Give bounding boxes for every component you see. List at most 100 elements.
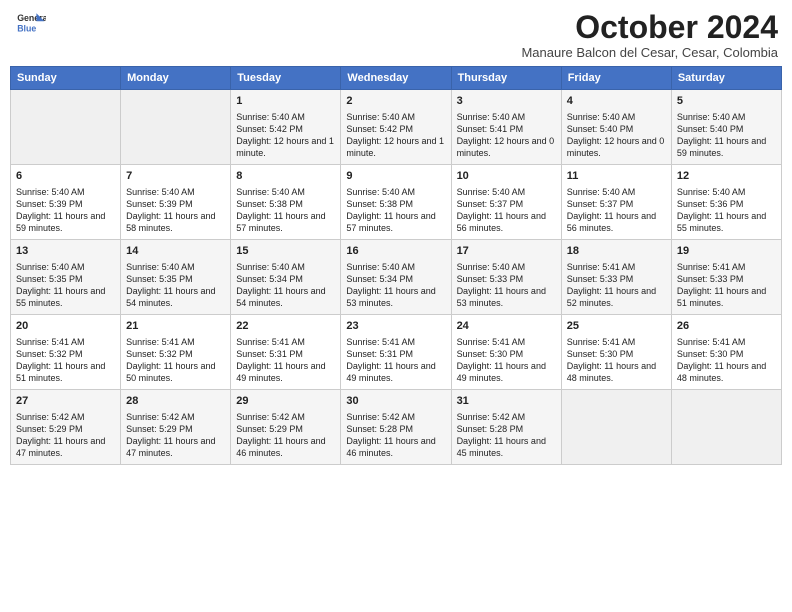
day-info: Sunset: 5:34 PM — [346, 273, 445, 285]
calendar-cell: 16Sunrise: 5:40 AMSunset: 5:34 PMDayligh… — [341, 240, 451, 315]
day-number: 29 — [236, 394, 335, 409]
day-info: Sunset: 5:29 PM — [16, 423, 115, 435]
day-info: Sunset: 5:28 PM — [346, 423, 445, 435]
day-number: 31 — [457, 394, 556, 409]
day-info: Daylight: 11 hours and 56 minutes. — [457, 210, 556, 234]
day-number: 8 — [236, 169, 335, 184]
day-info: Daylight: 11 hours and 49 minutes. — [346, 360, 445, 384]
day-number: 6 — [16, 169, 115, 184]
col-header-saturday: Saturday — [671, 67, 781, 90]
col-header-wednesday: Wednesday — [341, 67, 451, 90]
day-info: Daylight: 11 hours and 51 minutes. — [677, 285, 776, 309]
day-info: Sunrise: 5:40 AM — [236, 111, 335, 123]
day-number: 23 — [346, 319, 445, 334]
day-info: Sunset: 5:37 PM — [567, 198, 666, 210]
day-info: Sunset: 5:34 PM — [236, 273, 335, 285]
day-number: 25 — [567, 319, 666, 334]
day-info: Daylight: 11 hours and 52 minutes. — [567, 285, 666, 309]
day-info: Sunset: 5:39 PM — [16, 198, 115, 210]
calendar-cell: 15Sunrise: 5:40 AMSunset: 5:34 PMDayligh… — [231, 240, 341, 315]
calendar-cell: 22Sunrise: 5:41 AMSunset: 5:31 PMDayligh… — [231, 315, 341, 390]
day-number: 27 — [16, 394, 115, 409]
calendar-cell: 29 Sunrise: 5:42 AMSunset: 5:29 PMDayligh… — [231, 390, 341, 465]
day-info: Sunrise: 5:40 AM — [677, 186, 776, 198]
day-info: Sunset: 5:33 PM — [567, 273, 666, 285]
day-info: Daylight: 11 hours and 48 minutes. — [677, 360, 776, 384]
day-info: Daylight: 11 hours and 46 minutes. — [346, 435, 445, 459]
logo: General Blue — [14, 10, 46, 38]
day-info: Daylight: 11 hours and 47 minutes. — [126, 435, 225, 459]
calendar-cell — [561, 390, 671, 465]
day-info: Sunrise: 5:41 AM — [457, 336, 556, 348]
col-header-sunday: Sunday — [11, 67, 121, 90]
page-header: General Blue October 2024 Manaure Balcon… — [10, 10, 782, 60]
day-info: Sunset: 5:31 PM — [236, 348, 335, 360]
day-info: Sunset: 5:33 PM — [677, 273, 776, 285]
calendar-cell: 26Sunrise: 5:41 AMSunset: 5:30 PMDayligh… — [671, 315, 781, 390]
week-row-5: 27Sunrise: 5:42 AMSunset: 5:29 PMDayligh… — [11, 390, 782, 465]
day-number: 19 — [677, 244, 776, 259]
day-info: Sunrise: 5:41 AM — [567, 261, 666, 273]
day-info: Daylight: 11 hours and 55 minutes. — [677, 210, 776, 234]
day-info: Daylight: 11 hours and 46 minutes. — [236, 435, 335, 459]
day-info: Sunrise: 5:42 AM — [236, 411, 335, 423]
calendar-cell: 21Sunrise: 5:41 AMSunset: 5:32 PMDayligh… — [121, 315, 231, 390]
day-info: Sunset: 5:31 PM — [346, 348, 445, 360]
day-number: 28 — [126, 394, 225, 409]
calendar-cell: 8Sunrise: 5:40 AMSunset: 5:38 PMDaylight… — [231, 165, 341, 240]
day-number: 26 — [677, 319, 776, 334]
day-number: 3 — [457, 94, 556, 109]
calendar-cell — [671, 390, 781, 465]
day-info: Daylight: 11 hours and 50 minutes. — [126, 360, 225, 384]
day-number: 2 — [346, 94, 445, 109]
day-number: 16 — [346, 244, 445, 259]
col-header-friday: Friday — [561, 67, 671, 90]
day-info: Sunset: 5:30 PM — [457, 348, 556, 360]
location-subtitle: Manaure Balcon del Cesar, Cesar, Colombi… — [521, 45, 778, 60]
calendar-cell — [11, 90, 121, 165]
day-info: Sunset: 5:35 PM — [16, 273, 115, 285]
day-number: 18 — [567, 244, 666, 259]
day-info: Sunset: 5:36 PM — [677, 198, 776, 210]
logo-icon: General Blue — [14, 10, 46, 38]
header-row: SundayMondayTuesdayWednesdayThursdayFrid… — [11, 67, 782, 90]
day-info: Daylight: 12 hours and 1 minute. — [236, 135, 335, 159]
day-info: Sunrise: 5:40 AM — [567, 111, 666, 123]
week-row-1: 1Sunrise: 5:40 AMSunset: 5:42 PMDaylight… — [11, 90, 782, 165]
day-info: Daylight: 11 hours and 55 minutes. — [16, 285, 115, 309]
title-block: October 2024 Manaure Balcon del Cesar, C… — [521, 10, 778, 60]
calendar-cell: 25Sunrise: 5:41 AMSunset: 5:30 PMDayligh… — [561, 315, 671, 390]
day-info: Sunrise: 5:40 AM — [457, 186, 556, 198]
day-info: Sunset: 5:41 PM — [457, 123, 556, 135]
day-info: Sunset: 5:29 PM — [236, 423, 335, 435]
day-info: Sunrise: 5:40 AM — [236, 186, 335, 198]
day-info: Sunrise: 5:42 AM — [16, 411, 115, 423]
day-info: Daylight: 11 hours and 59 minutes. — [677, 135, 776, 159]
col-header-thursday: Thursday — [451, 67, 561, 90]
day-number: 20 — [16, 319, 115, 334]
day-info: Sunset: 5:33 PM — [457, 273, 556, 285]
day-info: Sunrise: 5:40 AM — [457, 111, 556, 123]
day-info: Daylight: 11 hours and 54 minutes. — [236, 285, 335, 309]
day-info: Daylight: 11 hours and 53 minutes. — [457, 285, 556, 309]
day-info: Daylight: 11 hours and 53 minutes. — [346, 285, 445, 309]
day-info: Sunrise: 5:42 AM — [346, 411, 445, 423]
day-info: Daylight: 11 hours and 58 minutes. — [126, 210, 225, 234]
week-row-3: 13Sunrise: 5:40 AMSunset: 5:35 PMDayligh… — [11, 240, 782, 315]
calendar-cell: 4Sunrise: 5:40 AMSunset: 5:40 PMDaylight… — [561, 90, 671, 165]
day-number: 14 — [126, 244, 225, 259]
day-info: Sunset: 5:37 PM — [457, 198, 556, 210]
calendar-cell: 24Sunrise: 5:41 AMSunset: 5:30 PMDayligh… — [451, 315, 561, 390]
day-info: Sunset: 5:42 PM — [236, 123, 335, 135]
calendar-cell: 11Sunrise: 5:40 AMSunset: 5:37 PMDayligh… — [561, 165, 671, 240]
day-info: Sunrise: 5:40 AM — [16, 261, 115, 273]
col-header-tuesday: Tuesday — [231, 67, 341, 90]
day-number: 1 — [236, 94, 335, 109]
day-info: Sunset: 5:40 PM — [567, 123, 666, 135]
day-info: Sunset: 5:39 PM — [126, 198, 225, 210]
calendar-cell: 13Sunrise: 5:40 AMSunset: 5:35 PMDayligh… — [11, 240, 121, 315]
day-info: Sunrise: 5:41 AM — [16, 336, 115, 348]
day-info: Sunset: 5:40 PM — [677, 123, 776, 135]
calendar-cell: 6Sunrise: 5:40 AMSunset: 5:39 PMDaylight… — [11, 165, 121, 240]
day-info: Sunset: 5:28 PM — [457, 423, 556, 435]
